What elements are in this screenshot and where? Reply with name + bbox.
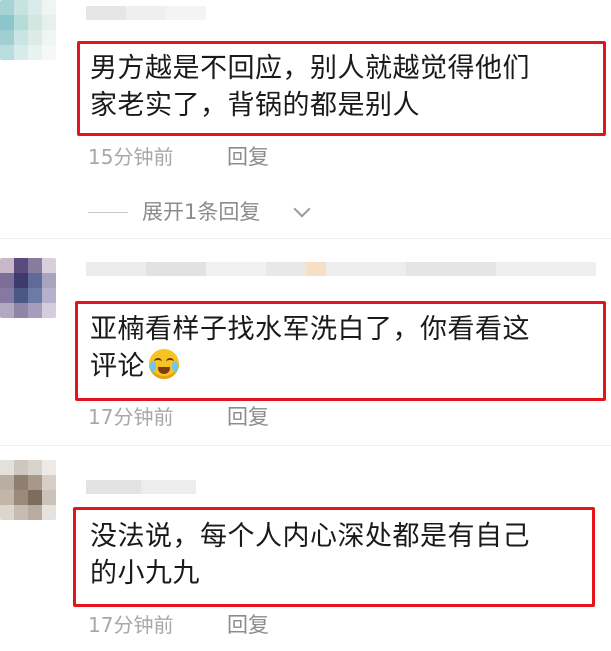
avatar[interactable]: [0, 0, 56, 60]
comment-text-line: 评论: [90, 348, 530, 385]
comment-text-line: 亚楠看样子找水军洗白了，你看看这: [90, 314, 530, 345]
comment-text: 亚楠看样子找水军洗白了，你看看这 评论: [90, 311, 530, 385]
comment-text-line: 的小九九: [90, 558, 200, 589]
comment-text: 没法说，每个人内心深处都是有自己 的小九九: [90, 518, 530, 592]
comment-time: 15分钟前: [88, 145, 174, 169]
reply-button[interactable]: 回复: [227, 405, 269, 429]
comment-text-line: 男方越是不回应，别人就越觉得他们: [90, 53, 530, 84]
comment-text-line-content: 评论: [90, 351, 145, 382]
username[interactable]: [86, 6, 286, 20]
comment-text-line: 没法说，每个人内心深处都是有自己: [90, 521, 530, 552]
reply-button[interactable]: 回复: [227, 145, 269, 169]
expand-replies-label: 展开1条回复: [142, 200, 261, 224]
comment-time: 17分钟前: [88, 613, 174, 637]
avatar[interactable]: [0, 460, 56, 520]
chevron-down-icon: [293, 200, 311, 218]
divider: [0, 238, 611, 239]
username[interactable]: [86, 262, 596, 276]
username[interactable]: [86, 480, 196, 494]
avatar[interactable]: [0, 258, 56, 318]
expand-divider: [88, 212, 128, 213]
reply-button[interactable]: 回复: [227, 613, 269, 637]
laughing-crying-emoji-icon: [149, 349, 179, 379]
divider: [0, 445, 611, 446]
expand-replies-button[interactable]: 展开1条回复: [142, 200, 260, 224]
comment-text-line: 家老实了，背锅的都是别人: [90, 90, 420, 121]
comment-time: 17分钟前: [88, 405, 174, 429]
comment-text: 男方越是不回应，别人就越觉得他们 家老实了，背锅的都是别人: [90, 50, 530, 124]
